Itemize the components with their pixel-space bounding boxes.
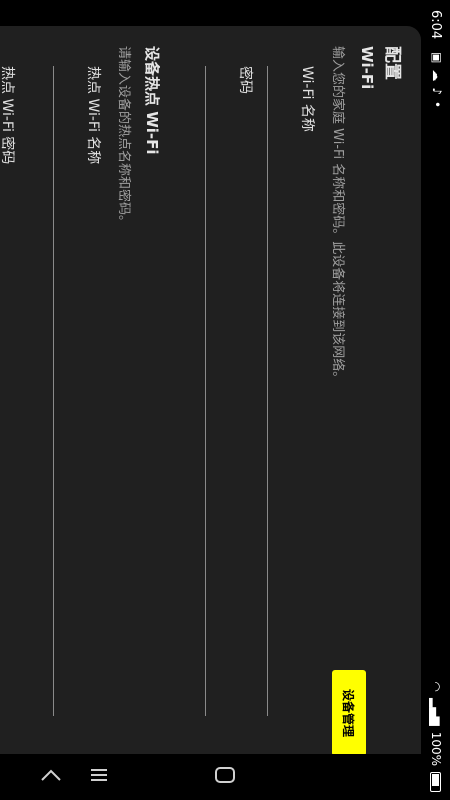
hotspot-name-label: 热点 Wi-Fi 名称 — [85, 66, 101, 165]
notification-cloud-icon: ☁ — [430, 69, 444, 82]
wifi-section-description: 输入您的家庭 Wi-Fi 名称和密码。此设备将连接到该网络。 — [330, 46, 345, 385]
signal-icon: ▂▄▆ — [429, 698, 443, 726]
status-time: 6:04 — [428, 10, 443, 40]
hotspot-password-label: 热点 Wi-Fi 密码 — [0, 66, 15, 165]
notification-tiktok-icon: ♪ — [430, 87, 444, 96]
system-icons: ◠ ▂▄▆ 100% — [429, 682, 443, 792]
notification-dot-icon: • — [430, 101, 444, 109]
recent-apps-icon[interactable] — [82, 758, 116, 792]
device-manage-button[interactable]: 设备管理 — [332, 670, 366, 756]
notification-photo-icon: ▣ — [430, 52, 444, 64]
status-bar: 6:04 ▣ ☁ ♪ • ◠ ▂▄▆ 100% — [420, 0, 450, 800]
battery-percent: 100% — [429, 731, 443, 766]
wifi-name-label: Wi-Fi 名称 — [299, 66, 315, 132]
page-title: 配置 — [382, 46, 402, 80]
hotspot-section-description: 请输入设备的热点名称和密码。 — [116, 46, 131, 229]
wifi-password-label: 密码 — [237, 66, 253, 94]
screen: 6:04 ▣ ☁ ♪ • ◠ ▂▄▆ 100% 配置 Wi-Fi 输入您的家庭 … — [0, 0, 450, 800]
notification-icons: ▣ ☁ ♪ • — [430, 52, 444, 108]
back-icon[interactable] — [34, 758, 68, 792]
config-panel: 配置 Wi-Fi 输入您的家庭 Wi-Fi 名称和密码。此设备将连接到该网络。 … — [0, 26, 421, 756]
wifi-password-input[interactable] — [205, 66, 206, 716]
wifi-icon: ◠ — [429, 681, 443, 692]
hotspot-section-title: 设备热点 Wi-Fi — [143, 46, 161, 155]
wifi-section-title: Wi-Fi — [358, 46, 376, 90]
rotated-app-canvas: 6:04 ▣ ☁ ♪ • ◠ ▂▄▆ 100% 配置 Wi-Fi 输入您的家庭 … — [0, 0, 450, 800]
home-icon[interactable] — [208, 758, 242, 792]
battery-icon — [430, 772, 442, 792]
wifi-name-input[interactable] — [267, 66, 268, 716]
hotspot-name-input[interactable] — [53, 66, 54, 716]
